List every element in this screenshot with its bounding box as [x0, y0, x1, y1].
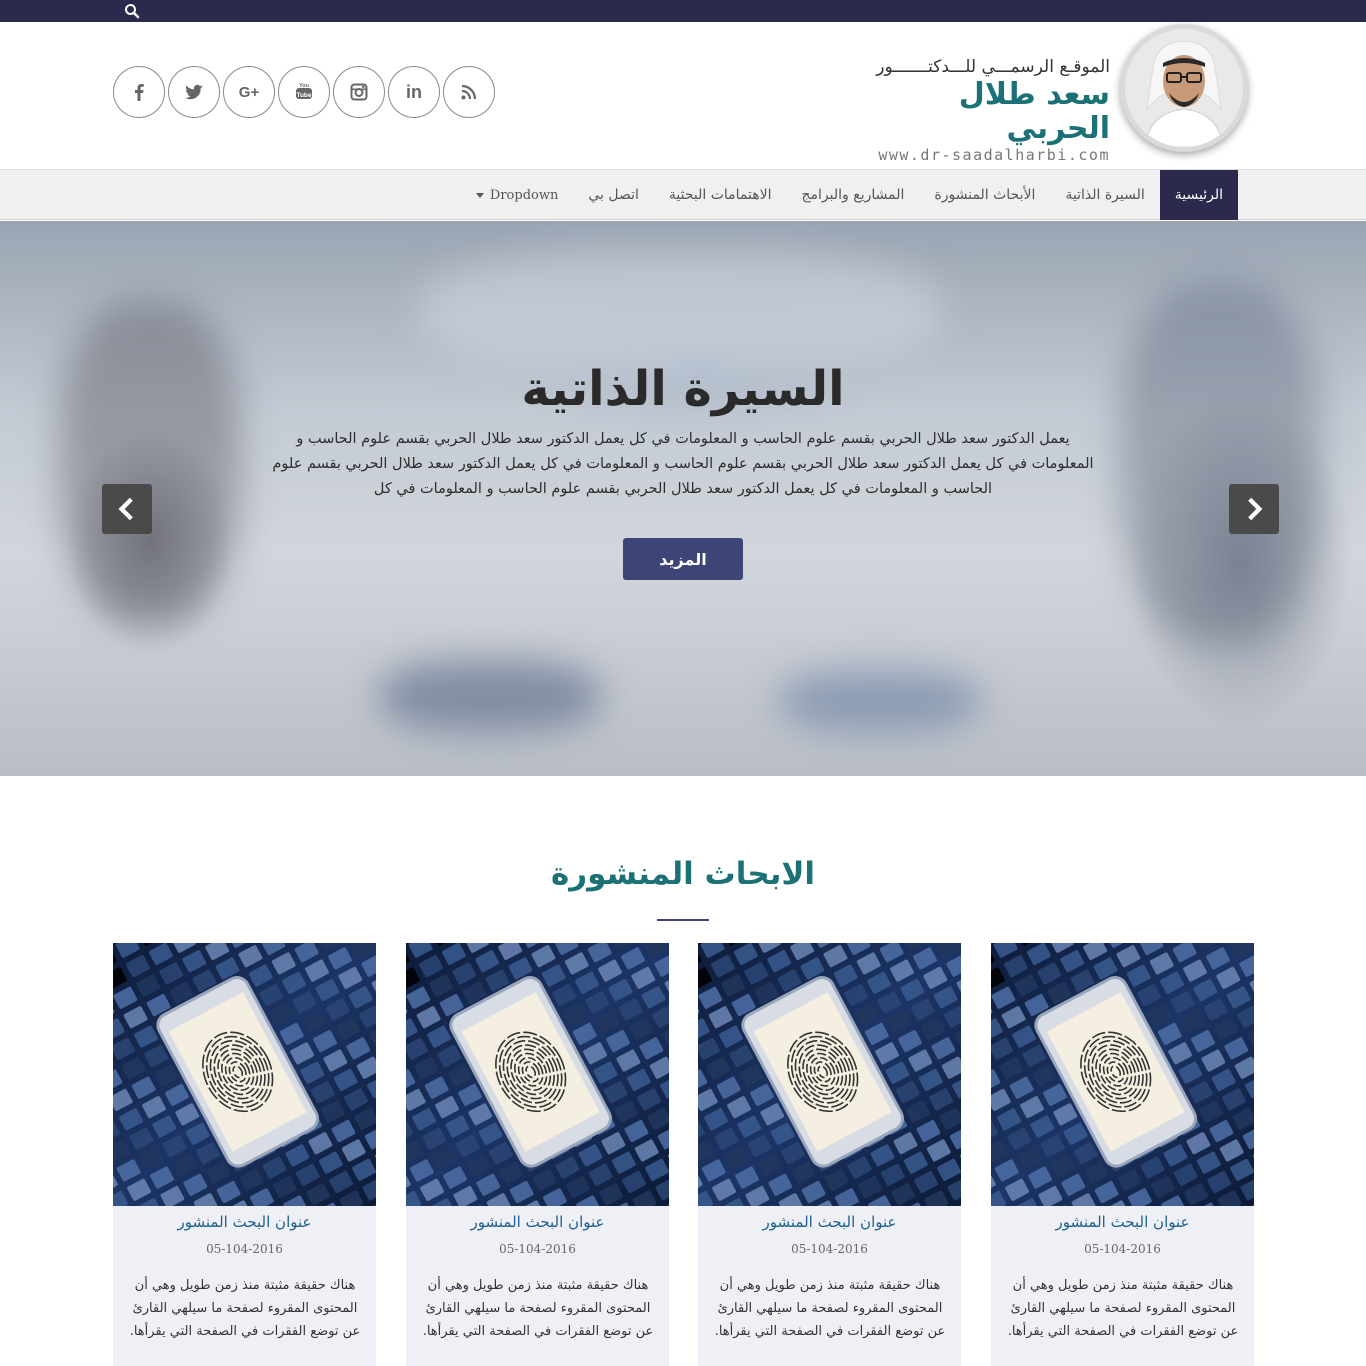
nav-item-publications[interactable]: الأبحاث المنشورة — [919, 170, 1050, 220]
fingerprint-phone-illustration — [113, 943, 376, 1206]
search-icon[interactable] — [124, 3, 140, 19]
background-blur — [780, 671, 980, 731]
logo-tagline: الموقـع الرسمـــي للـــدكتـــــــور — [876, 57, 1110, 77]
nav-item-label: الرئيسية — [1174, 187, 1223, 203]
google-plus-button[interactable]: G+ — [223, 66, 275, 118]
slider-next-button[interactable] — [1229, 484, 1279, 534]
linkedin-button[interactable]: in — [388, 66, 440, 118]
nav-item-projects[interactable]: المشاريع والبرامج — [787, 170, 920, 220]
card-text: هناك حقيقة مثبتة منذ زمن طويل وهي أن الم… — [714, 1278, 946, 1339]
fingerprint-phone-illustration — [698, 943, 961, 1206]
research-card[interactable]: عنوان البحث المنشور 05-104-2016 هناك حقي… — [113, 943, 376, 1366]
svg-text:Tube: Tube — [296, 92, 311, 99]
rss-button[interactable] — [443, 66, 495, 118]
card-title[interactable]: عنوان البحث المنشور — [406, 1213, 669, 1231]
nav-item-label: الأبحاث المنشورة — [934, 187, 1036, 203]
nav-item-label: الاهتمامات البحثية — [668, 187, 772, 203]
nav-item-label: المشاريع والبرامج — [801, 187, 905, 203]
site-logo[interactable]: الموقـع الرسمـــي للـــدكتـــــــور سعد … — [860, 56, 1110, 164]
nav-item-home[interactable]: الرئيسية — [1159, 170, 1238, 220]
section-title: الابحاث المنشورة — [550, 856, 816, 892]
section-divider — [657, 919, 709, 921]
card-title[interactable]: عنوان البحث المنشور — [698, 1213, 961, 1231]
background-blur — [1120, 281, 1320, 641]
background-blur — [380, 661, 600, 731]
avatar — [1120, 24, 1248, 152]
card-image — [406, 943, 669, 1206]
more-button[interactable]: المزيد — [623, 538, 743, 580]
twitter-button[interactable] — [168, 66, 220, 118]
card-image — [113, 943, 376, 1206]
nav-item-cv[interactable]: السيرة الذاتية — [1050, 170, 1159, 220]
instagram-button[interactable] — [333, 66, 385, 118]
youtube-button[interactable]: Tube You — [278, 66, 330, 118]
research-card[interactable]: عنوان البحث المنشور 05-104-2016 هناك حقي… — [698, 943, 961, 1366]
background-blur — [60, 301, 240, 621]
logo-name: سعد طلال الحربي — [958, 77, 1110, 146]
card-image — [698, 943, 961, 1206]
facebook-button[interactable] — [113, 66, 165, 118]
nav-item-label: اتصل بي — [588, 187, 639, 203]
card-date: 05-104-2016 — [206, 1242, 283, 1256]
research-card[interactable]: عنوان البحث المنشور 05-104-2016 هناك حقي… — [406, 943, 669, 1366]
top-bar — [0, 0, 1366, 22]
hero-title: السيرة الذاتية — [521, 361, 845, 417]
fingerprint-phone-illustration — [991, 943, 1254, 1206]
nav-item-contact[interactable]: اتصل بي — [573, 170, 654, 220]
card-date: 05-104-2016 — [791, 1242, 868, 1256]
card-image — [991, 943, 1254, 1206]
chevron-left-icon — [118, 497, 133, 521]
rss-icon — [461, 84, 477, 100]
main-nav: الرئيسية السيرة الذاتية الأبحاث المنشورة… — [0, 169, 1366, 220]
youtube-icon: Tube You — [296, 83, 312, 99]
linkedin-icon: in — [406, 81, 422, 102]
background-blur — [420, 251, 940, 371]
site-header: G+ Tube You in الموقـع الرسمـــي للـــدكت… — [0, 22, 1366, 169]
hero-text: يعمل الدكتور سعد طلال الحربي بقسم علوم ا… — [272, 431, 1094, 497]
nav-item-dropdown[interactable]: Dropdown — [461, 170, 573, 220]
fingerprint-phone-illustration — [406, 943, 669, 1206]
card-title[interactable]: عنوان البحث المنشور — [113, 1213, 376, 1231]
card-text: هناك حقيقة مثبتة منذ زمن طويل وهي أن الم… — [129, 1278, 361, 1339]
google-plus-icon: G+ — [238, 83, 260, 101]
nav-item-label: Dropdown — [489, 187, 559, 203]
card-text: هناك حقيقة مثبتة منذ زمن طويل وهي أن الم… — [1007, 1278, 1239, 1339]
social-links: G+ Tube You in — [113, 66, 495, 118]
nav-item-research-interests[interactable]: الاهتمامات البحثية — [654, 170, 787, 220]
card-title[interactable]: عنوان البحث المنشور — [991, 1213, 1254, 1231]
instagram-icon — [350, 83, 368, 101]
logo-url: www.dr-saadalharbi.com — [878, 146, 1110, 164]
svg-text:You: You — [299, 83, 309, 89]
card-date: 05-104-2016 — [499, 1242, 576, 1256]
research-card[interactable]: عنوان البحث المنشور 05-104-2016 هناك حقي… — [991, 943, 1254, 1366]
caret-down-icon — [475, 192, 484, 198]
facebook-icon — [135, 84, 144, 101]
card-text: هناك حقيقة مثبتة منذ زمن طويل وهي أن الم… — [422, 1278, 654, 1339]
chevron-right-icon — [1248, 497, 1263, 521]
nav-item-label: السيرة الذاتية — [1065, 187, 1145, 203]
research-cards: عنوان البحث المنشور 05-104-2016 هناك حقي… — [113, 943, 1254, 1366]
card-date: 05-104-2016 — [1084, 1242, 1161, 1256]
twitter-icon — [185, 84, 203, 100]
hero-slider: السيرة الذاتية يعمل الدكتور سعد طلال الح… — [0, 221, 1366, 776]
slider-prev-button[interactable] — [102, 484, 152, 534]
